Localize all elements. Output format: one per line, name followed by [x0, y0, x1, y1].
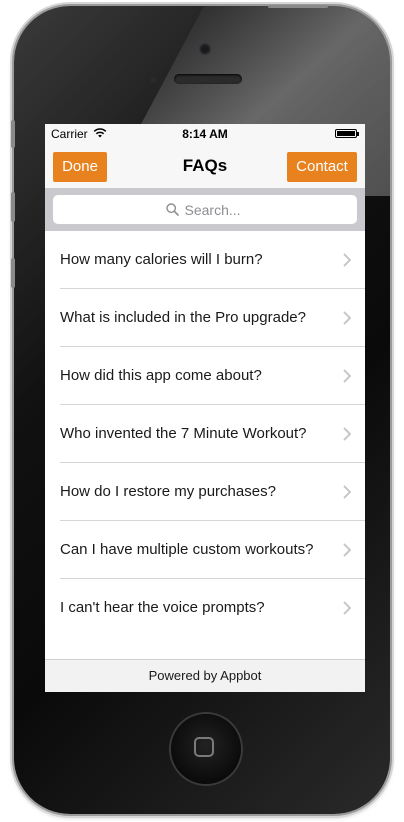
- volume-up-button[interactable]: [11, 192, 15, 222]
- faq-question: I can't hear the voice prompts?: [60, 599, 265, 616]
- chevron-right-icon: [343, 543, 351, 557]
- footer: Powered by Appbot: [45, 659, 365, 692]
- done-button[interactable]: Done: [53, 152, 107, 182]
- status-bar: Carrier 8:14 AM: [45, 124, 365, 144]
- chevron-right-icon: [343, 311, 351, 325]
- power-button[interactable]: [268, 5, 328, 8]
- faq-item[interactable]: How did this app come about?: [45, 347, 365, 405]
- search-bar: [45, 189, 365, 231]
- contact-button[interactable]: Contact: [287, 152, 357, 182]
- chevron-right-icon: [343, 485, 351, 499]
- faq-list: How many calories will I burn? What is i…: [45, 231, 365, 637]
- search-field[interactable]: [53, 195, 357, 224]
- battery-fill: [337, 131, 355, 136]
- faq-item[interactable]: Can I have multiple custom workouts?: [45, 521, 365, 579]
- search-icon: [165, 203, 179, 216]
- faq-question: How do I restore my purchases?: [60, 483, 276, 500]
- powered-by-label: Powered by Appbot: [148, 668, 262, 683]
- mute-switch[interactable]: [11, 120, 15, 148]
- search-field-inner: [53, 195, 357, 224]
- volume-down-button[interactable]: [11, 258, 15, 288]
- faq-question: Can I have multiple custom workouts?: [60, 541, 314, 558]
- chevron-right-icon: [343, 369, 351, 383]
- faq-item[interactable]: How many calories will I burn?: [45, 231, 365, 289]
- chevron-right-icon: [343, 427, 351, 441]
- front-camera: [199, 43, 211, 55]
- faq-item[interactable]: How do I restore my purchases?: [45, 463, 365, 521]
- faq-question: How many calories will I burn?: [60, 251, 263, 268]
- navigation-bar: FAQs Done Contact: [45, 144, 365, 189]
- chevron-right-icon: [343, 253, 351, 267]
- search-input[interactable]: [184, 201, 245, 218]
- faq-question: How did this app come about?: [60, 367, 262, 384]
- faq-question: Who invented the 7 Minute Workout?: [60, 425, 307, 442]
- battery-icon: [335, 129, 359, 138]
- proximity-sensor: [150, 77, 156, 83]
- faq-item[interactable]: I can't hear the voice prompts?: [45, 579, 365, 637]
- chevron-right-icon: [343, 601, 351, 615]
- earpiece-speaker: [174, 74, 242, 84]
- faq-question: What is included in the Pro upgrade?: [60, 309, 306, 326]
- app-screen: Carrier 8:14 AM FAQs Done Contact Search…: [45, 124, 365, 692]
- home-button-square-icon: [194, 737, 214, 757]
- home-button[interactable]: [171, 714, 241, 784]
- faq-item[interactable]: Who invented the 7 Minute Workout?: [45, 405, 365, 463]
- clock: 8:14 AM: [182, 127, 228, 141]
- faq-item[interactable]: What is included in the Pro upgrade?: [45, 289, 365, 347]
